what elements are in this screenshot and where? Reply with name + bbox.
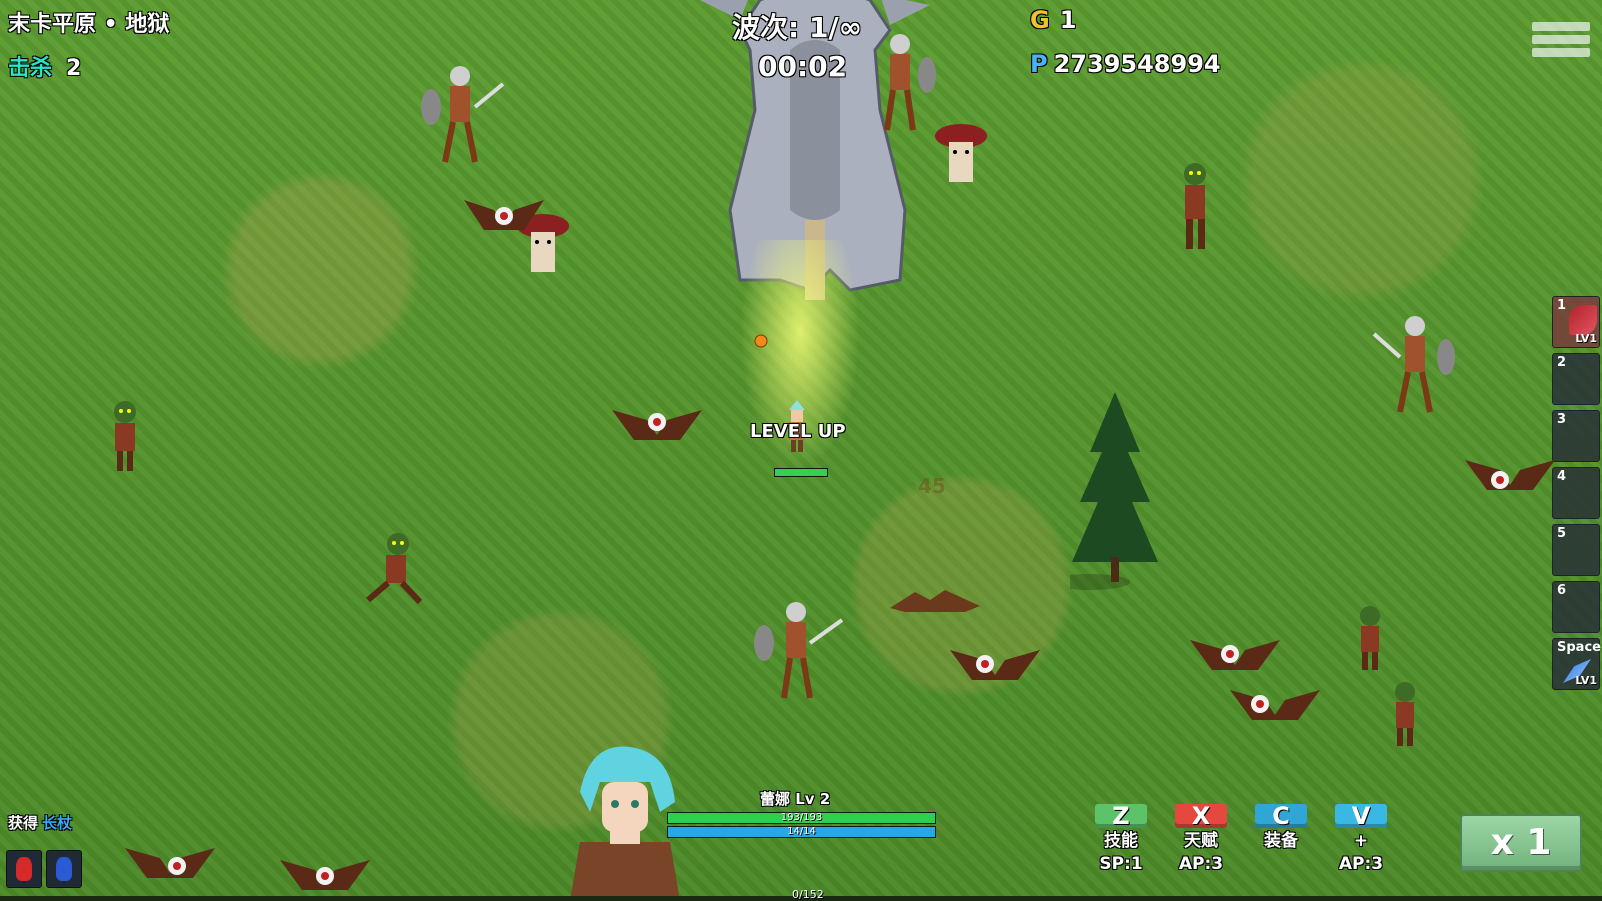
attribute-points-button[interactable]: V + AP:3 <box>1333 804 1389 874</box>
slot-number: 1 <box>1557 298 1567 313</box>
mushroom-monster <box>935 124 987 182</box>
slot-number: 2 <box>1557 355 1567 370</box>
skill-slot-column: 1 LV1 2 3 4 5 6 Space LV1 <box>1552 296 1601 695</box>
flying-eye-bat <box>464 200 544 230</box>
key-sub-label: AP:3 <box>1338 854 1384 874</box>
hero-name-level: 蕾娜 Lv 2 <box>760 790 831 808</box>
player-health-fill <box>775 469 827 476</box>
flying-eye-bat <box>125 848 215 878</box>
slot-number: Space <box>1557 640 1601 655</box>
goblin <box>114 401 136 471</box>
loot-notification: 获得 长杖 <box>8 812 72 833</box>
skill-slot-space[interactable]: Space LV1 <box>1552 638 1601 690</box>
key-label: 天赋 <box>1184 831 1218 851</box>
kill-count: 2 <box>66 56 82 81</box>
skeleton-warrior <box>421 66 505 163</box>
hero-portrait-avatar <box>570 746 680 901</box>
flying-eye-bat <box>1230 690 1320 720</box>
menu-bar-icon <box>1532 35 1590 44</box>
points-icon: P <box>1030 50 1048 78</box>
key-x: X <box>1175 804 1227 828</box>
skeleton-warrior <box>754 602 844 699</box>
menu-bar-icon <box>1532 48 1590 57</box>
hero-hp-text: 193/193 <box>780 812 823 823</box>
points-counter: P 2739548994 <box>1030 50 1221 78</box>
gold-coin[interactable] <box>754 334 768 348</box>
goblin <box>366 533 423 605</box>
menu-bar-icon <box>1532 22 1590 31</box>
gold-icon: G <box>1030 6 1050 34</box>
key-z: Z <box>1095 804 1147 828</box>
damage-number: 45 <box>918 474 946 498</box>
skill-slot-1[interactable]: 1 LV1 <box>1552 296 1600 348</box>
key-v: V <box>1335 804 1387 828</box>
hero-mp-bar: 14/14 <box>667 826 936 838</box>
flying-eye-bat <box>280 860 370 890</box>
fallen-log <box>890 590 980 612</box>
map-name: 末卡平原 • 地狱 <box>8 12 170 37</box>
slot-number: 3 <box>1557 412 1567 427</box>
flying-eye-bat <box>612 410 702 440</box>
wave-counter: 波次: 1/∞ <box>732 11 862 44</box>
gold-value: 1 <box>1059 6 1077 34</box>
player-health-bar <box>774 468 828 477</box>
slot-number: 4 <box>1557 469 1567 484</box>
game-speed-button[interactable]: x 1 <box>1460 814 1582 872</box>
pine-tree <box>1070 392 1158 590</box>
menu-button[interactable] <box>1532 22 1590 66</box>
red-potion-icon <box>16 857 32 881</box>
experience-text: 0/152 <box>792 888 824 901</box>
slot-level: LV1 <box>1575 332 1597 345</box>
skill-slot-6[interactable]: 6 <box>1552 581 1600 633</box>
key-sub-label: SP:1 <box>1099 854 1143 874</box>
hero-mp-text: 14/14 <box>787 826 816 837</box>
flying-eye-bat <box>1190 640 1280 670</box>
key-label: 技能 <box>1104 831 1138 851</box>
crimson-slash-icon <box>1569 305 1597 335</box>
health-potion-slot[interactable] <box>6 850 42 888</box>
flying-eye-bat <box>950 650 1040 680</box>
loot-prefix: 获得 <box>8 814 39 832</box>
loot-item: 长杖 <box>42 814 73 832</box>
slot-level: LV1 <box>1575 674 1597 687</box>
kill-counter: 击杀 2 <box>8 50 81 82</box>
slot-number: 5 <box>1557 526 1567 541</box>
equipment-button[interactable]: C 装备 <box>1253 804 1309 855</box>
key-sub-label: AP:3 <box>1178 854 1224 874</box>
goblin <box>1395 682 1415 746</box>
skills-button[interactable]: Z 技能 SP:1 <box>1093 804 1149 874</box>
mana-potion-slot[interactable] <box>46 850 82 888</box>
talents-button[interactable]: X 天赋 AP:3 <box>1173 804 1229 874</box>
goblin <box>1360 606 1380 670</box>
key-c: C <box>1255 804 1307 828</box>
key-label: + <box>1353 831 1369 851</box>
points-value: 2739548994 <box>1053 50 1221 78</box>
kill-label: 击杀 <box>8 56 53 81</box>
goblin <box>1184 163 1206 249</box>
skill-slot-3[interactable]: 3 <box>1552 410 1600 462</box>
slot-number: 6 <box>1557 583 1567 598</box>
key-label: 装备 <box>1264 831 1298 851</box>
skill-slot-2[interactable]: 2 <box>1552 353 1600 405</box>
skill-slot-5[interactable]: 5 <box>1552 524 1600 576</box>
gold-counter: G1 <box>1030 6 1076 34</box>
level-up-text: LEVEL UP <box>750 421 846 442</box>
game-timer: 00:02 <box>758 50 848 83</box>
flying-eye-bat <box>1465 460 1555 490</box>
hero-hp-bar: 193/193 <box>667 812 936 824</box>
blue-potion-icon <box>56 857 72 881</box>
skill-slot-4[interactable]: 4 <box>1552 467 1600 519</box>
skeleton-warrior <box>1372 316 1455 413</box>
